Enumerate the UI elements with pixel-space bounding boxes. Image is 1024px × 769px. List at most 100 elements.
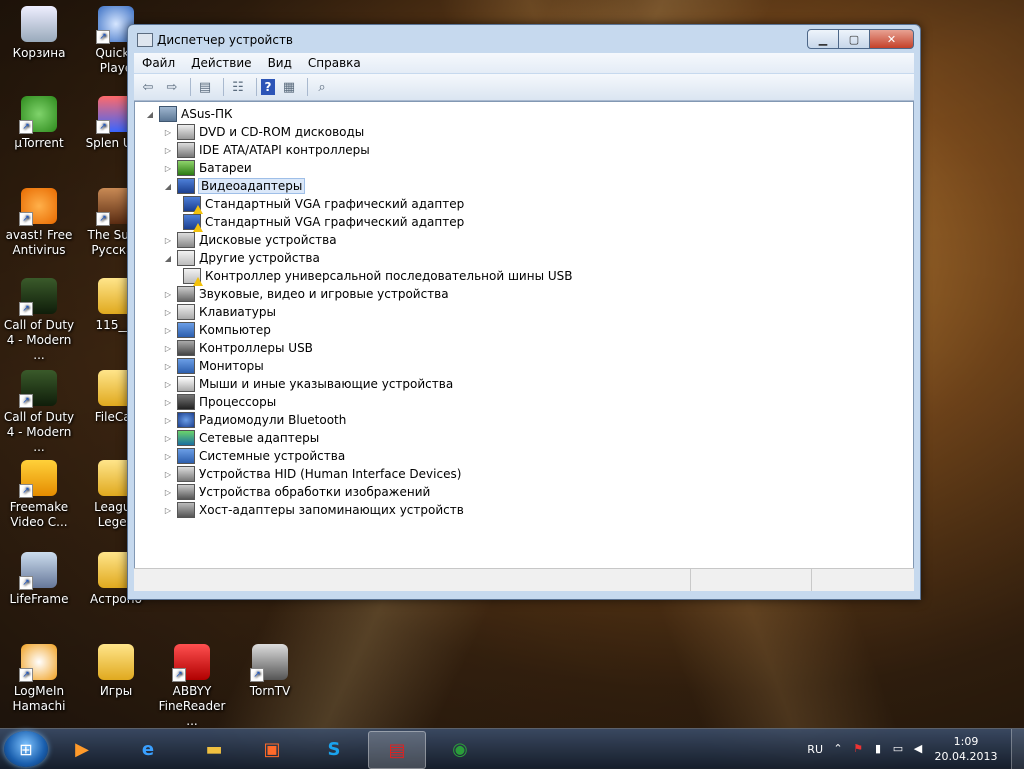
- clock[interactable]: 1:09 20.04.2013: [931, 734, 1001, 764]
- shortcut-arrow-icon: ↗: [96, 30, 110, 44]
- collapse-arrow-icon[interactable]: ◢: [163, 182, 173, 191]
- close-button[interactable]: ✕: [869, 29, 914, 49]
- device-category[interactable]: ▷ Сетевые адаптеры: [163, 429, 319, 447]
- device-category[interactable]: ▷ Устройства HID (Human Interface Devices…: [163, 465, 461, 483]
- device-item[interactable]: Стандартный VGA графический адаптер: [183, 195, 464, 214]
- tree-root[interactable]: ◢ ASus-ПК: [145, 105, 233, 123]
- collapse-arrow-icon[interactable]: ◢: [163, 254, 173, 263]
- taskbar-chrome-button[interactable]: ◉: [432, 731, 488, 767]
- properties-icon[interactable]: ☷: [228, 77, 248, 97]
- device-category[interactable]: ▷ Хост-адаптеры запоминающих устройств: [163, 501, 464, 519]
- desktop-shortcut[interactable]: ↗ TornTV: [232, 644, 308, 699]
- power-icon[interactable]: ▮: [871, 742, 885, 756]
- device-category[interactable]: ▷ DVD и CD-ROM дисководы: [163, 123, 364, 141]
- desktop-shortcut[interactable]: Корзина: [1, 6, 77, 61]
- start-button[interactable]: ⊞: [4, 731, 48, 767]
- show-hide-tree-icon[interactable]: ▤: [195, 77, 215, 97]
- menu-file[interactable]: Файл: [134, 56, 183, 70]
- device-category[interactable]: ▷ Клавиатуры: [163, 303, 276, 321]
- expand-arrow-icon[interactable]: ▷: [163, 164, 173, 173]
- minimize-button[interactable]: ▁: [807, 29, 839, 49]
- expand-arrow-icon[interactable]: ▷: [163, 236, 173, 245]
- language-indicator[interactable]: RU: [807, 743, 823, 756]
- expand-arrow-icon[interactable]: ▷: [163, 128, 173, 137]
- device-category[interactable]: ▷ Мыши и иные указывающие устройства: [163, 375, 453, 393]
- expand-arrow-icon[interactable]: ▷: [163, 416, 173, 425]
- expand-arrow-icon[interactable]: ▷: [163, 344, 173, 353]
- expand-arrow-icon[interactable]: ▷: [163, 488, 173, 497]
- collapse-arrow-icon[interactable]: ◢: [145, 110, 155, 119]
- device-category[interactable]: ◢ Другие устройства: [163, 249, 320, 267]
- window-title: Диспетчер устройств: [157, 33, 294, 47]
- device-category-label: Сетевые адаптеры: [199, 431, 320, 445]
- maximize-button[interactable]: ▢: [838, 29, 870, 49]
- abbyy-icon: ↗: [172, 644, 210, 682]
- expand-arrow-icon[interactable]: ▷: [163, 452, 173, 461]
- expand-arrow-icon[interactable]: ▷: [163, 362, 173, 371]
- taskbar-media-player-button[interactable]: ▶: [54, 731, 110, 767]
- expand-arrow-icon[interactable]: ▷: [163, 308, 173, 317]
- network-icon[interactable]: ▭: [891, 742, 905, 756]
- device-category[interactable]: ▷ Радиомодули Bluetooth: [163, 411, 346, 429]
- menu-help[interactable]: Справка: [300, 56, 369, 70]
- device-category[interactable]: ▷ Системные устройства: [163, 447, 345, 465]
- taskbar-skype-button[interactable]: S: [306, 731, 362, 767]
- device-item[interactable]: Контроллер универсальной последовательно…: [183, 267, 573, 286]
- device-tree[interactable]: ◢ ASus-ПК ▷ DVD и CD-ROM дисководы ▷ IDE AT…: [134, 101, 914, 569]
- expand-arrow-icon[interactable]: ▷: [163, 380, 173, 389]
- back-arrow-icon[interactable]: ⇦: [138, 77, 158, 97]
- notification-arrow-icon[interactable]: ⌃: [831, 742, 845, 756]
- scan-hardware-icon[interactable]: ⌕: [312, 77, 332, 97]
- device-item[interactable]: Стандартный VGA графический адаптер: [183, 213, 464, 232]
- desktop-shortcut[interactable]: ↗ LogMeIn Hamachi: [1, 644, 77, 714]
- device-category[interactable]: ▷ Звуковые, видео и игровые устройства: [163, 285, 449, 303]
- device-category[interactable]: ▷ Батареи: [163, 159, 252, 177]
- action-center-flag-icon[interactable]: ⚑: [851, 742, 865, 756]
- expand-arrow-icon[interactable]: ▷: [163, 326, 173, 335]
- folder-icon: [98, 644, 134, 680]
- camera-icon: [177, 484, 195, 500]
- avast-icon: ↗: [19, 188, 57, 226]
- device-category[interactable]: ▷ Мониторы: [163, 357, 264, 375]
- expand-arrow-icon[interactable]: ▷: [163, 398, 173, 407]
- device-category[interactable]: ▷ Контроллеры USB: [163, 339, 313, 357]
- device-category-label: Другие устройства: [199, 251, 320, 265]
- device-category[interactable]: ▷ Процессоры: [163, 393, 276, 411]
- taskbar-device-manager-button[interactable]: ▤: [368, 731, 426, 769]
- desktop-shortcut[interactable]: Игры: [78, 644, 154, 699]
- device-category-label: Процессоры: [199, 395, 277, 409]
- help-icon[interactable]: ?: [261, 79, 275, 95]
- device-category-label: Батареи: [199, 161, 252, 175]
- show-desktop-button[interactable]: [1011, 729, 1024, 769]
- desktop-shortcut[interactable]: ↗ LifeFrame: [1, 552, 77, 607]
- volume-icon[interactable]: ◀: [911, 742, 925, 756]
- desktop-shortcut[interactable]: ↗ Call of Duty 4 - Modern ...: [1, 278, 77, 363]
- device-category[interactable]: ▷ Устройства обработки изображений: [163, 483, 430, 501]
- desktop-shortcut-label: LogMeIn Hamachi: [12, 684, 66, 713]
- window-controls: ▁ ▢ ✕: [807, 29, 914, 49]
- expand-arrow-icon[interactable]: ▷: [163, 434, 173, 443]
- expand-arrow-icon[interactable]: ▷: [163, 146, 173, 155]
- expand-arrow-icon[interactable]: ▷: [163, 506, 173, 515]
- taskbar-internet-explorer-button[interactable]: e: [120, 731, 176, 767]
- taskbar-explorer-button[interactable]: ▬: [186, 731, 242, 767]
- device-category[interactable]: ▷ IDE ATA/ATAPI контроллеры: [163, 141, 370, 159]
- forward-arrow-icon[interactable]: ⇨: [162, 77, 182, 97]
- expand-arrow-icon[interactable]: ▷: [163, 290, 173, 299]
- desktop-shortcut[interactable]: ↗ Freemake Video C...: [1, 460, 77, 530]
- control-panel-icon: ▣: [263, 738, 281, 760]
- update-driver-icon[interactable]: ▦: [279, 77, 299, 97]
- menu-view[interactable]: Вид: [260, 56, 300, 70]
- desktop-shortcut[interactable]: ↗ µTorrent: [1, 96, 77, 151]
- title-bar[interactable]: Диспетчер устройств ▁ ▢ ✕: [128, 25, 920, 53]
- device-category[interactable]: ▷ Дисковые устройства: [163, 231, 337, 249]
- device-manager-window[interactable]: Диспетчер устройств ▁ ▢ ✕ Файл Действие …: [127, 24, 921, 600]
- taskbar-control-panel-button[interactable]: ▣: [244, 731, 300, 767]
- desktop-shortcut[interactable]: ↗ ABBYY FineReader ...: [154, 644, 230, 729]
- expand-arrow-icon[interactable]: ▷: [163, 470, 173, 479]
- device-category[interactable]: ◢ Видеоадаптеры: [163, 177, 306, 195]
- desktop-shortcut[interactable]: ↗ avast! Free Antivirus: [1, 188, 77, 258]
- device-category[interactable]: ▷ Компьютер: [163, 321, 271, 339]
- desktop-shortcut[interactable]: ↗ Call of Duty 4 - Modern ...: [1, 370, 77, 455]
- menu-action[interactable]: Действие: [183, 56, 259, 70]
